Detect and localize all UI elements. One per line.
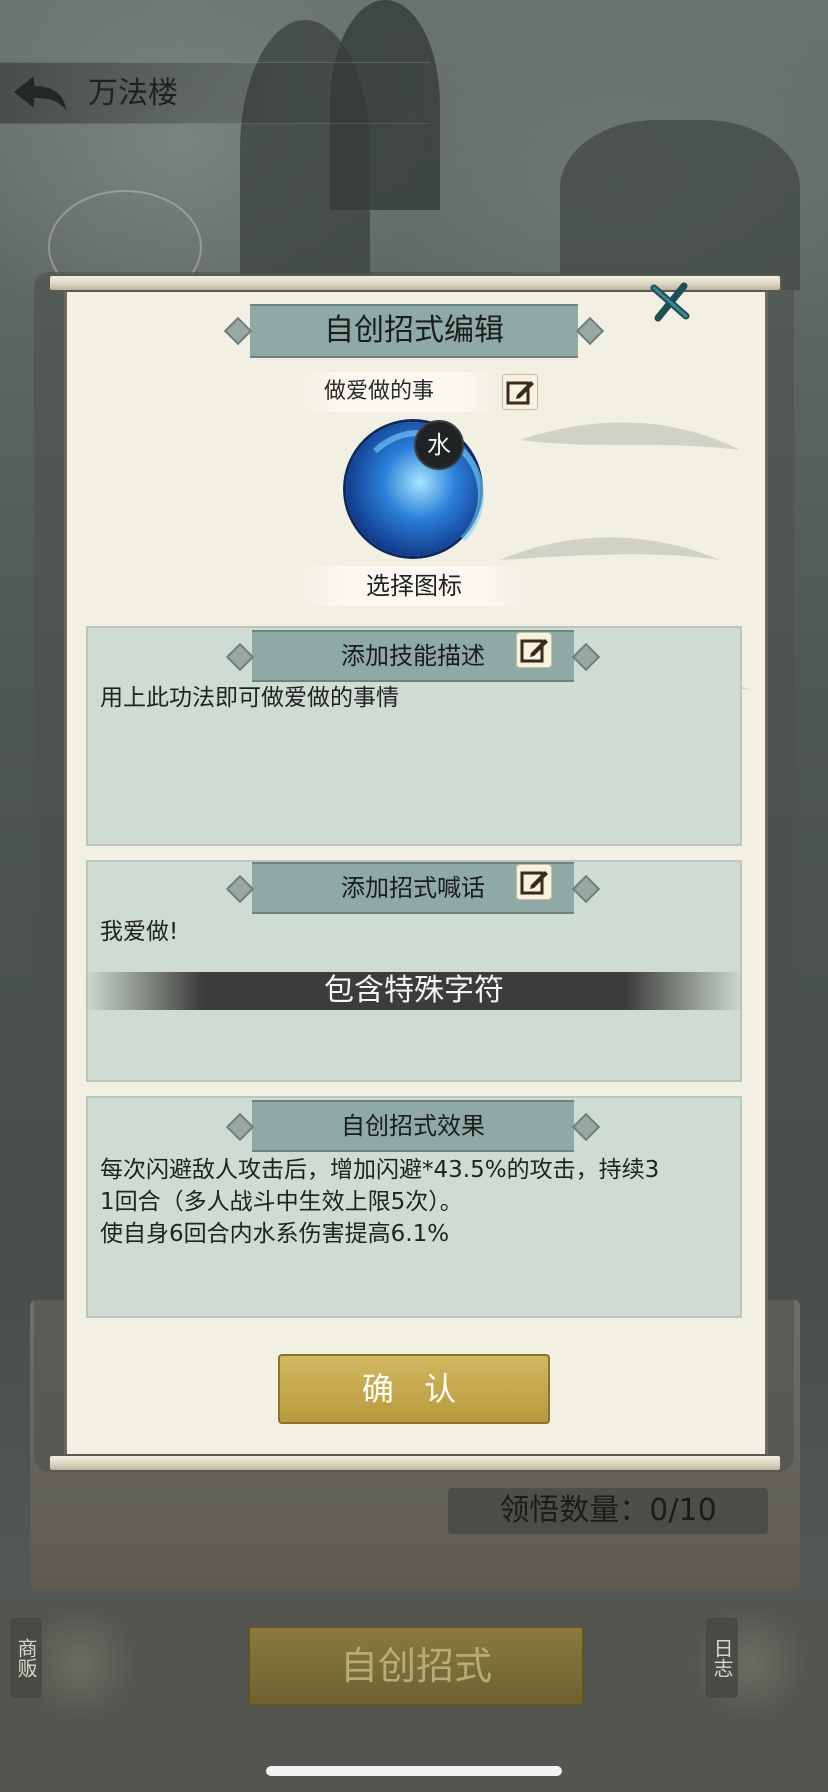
- effect-line: 使自身6回合内水系伤害提高6.1%: [100, 1221, 450, 1247]
- pavilion-decoration: [560, 120, 800, 290]
- close-button[interactable]: [648, 280, 692, 324]
- page-title: 万法楼: [88, 76, 178, 111]
- water-element-badge: 水: [414, 420, 464, 470]
- comprehension-count: 领悟数量：0/10: [448, 1488, 768, 1534]
- edit-shout-button[interactable]: [516, 864, 552, 900]
- effect-line: 1回合（多人战斗中生效上限5次）。: [100, 1189, 463, 1215]
- journal-label: 日志: [706, 1618, 738, 1698]
- edit-name-button[interactable]: [502, 374, 538, 410]
- edit-icon: [506, 381, 534, 405]
- back-arrow-icon: [14, 76, 66, 110]
- edit-icon: [520, 639, 548, 663]
- scroll-rod-bottom: [48, 1454, 782, 1472]
- confirm-button[interactable]: 确 认: [278, 1354, 550, 1424]
- edit-icon: [520, 871, 548, 895]
- modal-title: 自创招式编辑: [250, 304, 578, 358]
- special-character-toast: 包含特殊字符: [84, 972, 744, 1010]
- edit-description-button[interactable]: [516, 632, 552, 668]
- effect-line: 每次闪避敌人攻击后，增加闪避*43.5%的攻击，持续3: [100, 1157, 660, 1183]
- merchant-label: 商贩: [10, 1618, 42, 1698]
- skill-name: 做爱做的事: [300, 372, 500, 412]
- back-button[interactable]: [10, 72, 70, 116]
- home-indicator[interactable]: [266, 1766, 562, 1776]
- self-create-skill-button[interactable]: 自创招式: [248, 1626, 584, 1706]
- select-icon-button[interactable]: 选择图标: [298, 566, 530, 606]
- close-icon: [650, 282, 690, 322]
- description-text: 用上此功法即可做爱做的事情: [100, 685, 399, 711]
- effect-text: 每次闪避敌人攻击后，增加闪避*43.5%的攻击，持续3 1回合（多人战斗中生效上…: [100, 1154, 730, 1250]
- effect-header: 自创招式效果: [252, 1100, 574, 1152]
- shout-text: 我爱做!: [100, 919, 179, 945]
